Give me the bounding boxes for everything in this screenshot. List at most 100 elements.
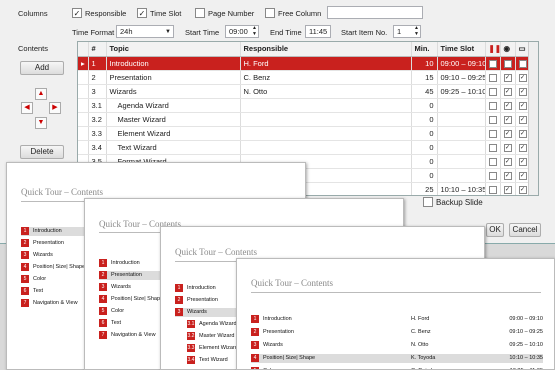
responsible-checkbox[interactable]: ✓ xyxy=(72,8,82,18)
row-topic[interactable]: Wizards xyxy=(106,84,241,99)
row-minutes[interactable]: 45 xyxy=(411,84,438,99)
row-checkbox[interactable]: ✓ xyxy=(518,185,527,194)
row-checkbox[interactable]: ✓ xyxy=(503,157,512,166)
row-topic[interactable]: Master Wizard xyxy=(106,112,241,127)
row-responsible[interactable] xyxy=(240,98,412,113)
spin-arrows-icon[interactable]: ▲ ▼ xyxy=(414,25,419,37)
backup-slide-checkbox[interactable] xyxy=(423,197,433,207)
row-checkbox[interactable]: ✓ xyxy=(518,59,527,68)
move-up-icon[interactable]: ▲ xyxy=(35,88,47,100)
start-time-input[interactable]: 09:00 ▲ ▼ xyxy=(225,25,259,38)
row-checkbox[interactable]: ✓ xyxy=(503,73,512,82)
table-row[interactable]: 3.3 Element Wizard 0 ✓ ✓ xyxy=(78,126,531,141)
row-number[interactable]: 3.2 xyxy=(88,112,107,127)
row-minutes[interactable]: 0 xyxy=(411,126,438,141)
row-checkbox[interactable] xyxy=(488,87,497,96)
row-checkbox[interactable]: ✓ xyxy=(518,101,527,110)
start-item-input[interactable]: 1 ▲ ▼ xyxy=(393,25,421,38)
row-checkbox[interactable] xyxy=(488,185,497,194)
cancel-button[interactable]: Cancel xyxy=(509,223,541,237)
row-number[interactable]: 3.1 xyxy=(88,98,107,113)
row-time-slot[interactable] xyxy=(437,98,486,113)
table-row[interactable]: ▸ 1 Introduction H. Ford 10 09:00 – 09:10 ✓ ✓ ✓ xyxy=(78,56,531,71)
page-number-checkbox[interactable] xyxy=(195,8,205,18)
move-right-icon[interactable]: ▶ xyxy=(49,102,61,114)
table-row[interactable]: 3 Wizards N. Otto 45 09:25 – 10:10 ✓ ✓ xyxy=(78,84,531,99)
row-responsible[interactable]: H. Ford xyxy=(240,56,412,71)
row-checkbox[interactable]: ✓ xyxy=(503,87,512,96)
free-column-checkbox[interactable] xyxy=(265,8,275,18)
time-format-select[interactable]: 24h ▼ xyxy=(116,25,174,38)
row-checkbox[interactable]: ✓ xyxy=(503,59,512,68)
row-responsible[interactable] xyxy=(240,112,412,127)
row-minutes[interactable]: 0 xyxy=(411,168,438,183)
time-slot-checkbox[interactable]: ✓ xyxy=(137,8,147,18)
row-checkbox[interactable]: ✓ xyxy=(503,129,512,138)
row-minutes[interactable]: 25 xyxy=(411,182,438,195)
row-checkbox[interactable] xyxy=(488,157,497,166)
table-row[interactable]: 3.4 Text Wizard 0 ✓ ✓ xyxy=(78,140,531,155)
row-checkbox[interactable] xyxy=(488,171,497,180)
row-number[interactable]: 2 xyxy=(88,70,107,85)
table-row[interactable]: 3.2 Master Wizard 0 ✓ ✓ xyxy=(78,112,531,127)
row-minutes[interactable]: 15 xyxy=(411,70,438,85)
row-checkbox[interactable] xyxy=(488,73,497,82)
row-responsible[interactable]: N. Otto xyxy=(240,84,412,99)
row-number[interactable]: 3.3 xyxy=(88,126,107,141)
row-checkbox[interactable]: ✓ xyxy=(488,59,497,68)
row-minutes[interactable]: 0 xyxy=(411,98,438,113)
row-topic[interactable]: Introduction xyxy=(106,56,241,71)
row-time-slot[interactable] xyxy=(437,112,486,127)
free-column-input[interactable] xyxy=(327,6,423,19)
row-checkbox[interactable]: ✓ xyxy=(503,185,512,194)
row-minutes[interactable]: 0 xyxy=(411,140,438,155)
row-checkbox[interactable]: ✓ xyxy=(503,115,512,124)
row-time-slot[interactable] xyxy=(437,126,486,141)
row-checkbox[interactable]: ✓ xyxy=(518,143,527,152)
row-checkbox[interactable]: ✓ xyxy=(518,171,527,180)
row-topic[interactable]: Text Wizard xyxy=(106,140,241,155)
row-time-slot[interactable]: 09:00 – 09:10 xyxy=(437,56,486,71)
ok-button[interactable]: OK xyxy=(486,223,504,237)
row-checkbox[interactable]: ✓ xyxy=(518,87,527,96)
row-responsible[interactable]: C. Benz xyxy=(240,70,412,85)
row-topic[interactable]: Element Wizard xyxy=(106,126,241,141)
row-checkbox[interactable]: ✓ xyxy=(503,143,512,152)
move-down-icon[interactable]: ▼ xyxy=(35,117,47,129)
row-number[interactable]: 3.4 xyxy=(88,140,107,155)
row-minutes[interactable]: 0 xyxy=(411,112,438,127)
row-checkbox[interactable]: ✓ xyxy=(503,101,512,110)
row-topic[interactable]: Agenda Wizard xyxy=(106,98,241,113)
item-number-badge: 3.2 xyxy=(187,332,195,340)
row-time-slot[interactable] xyxy=(437,140,486,155)
row-number[interactable]: 3 xyxy=(88,84,107,99)
row-checkbox[interactable]: ✓ xyxy=(503,171,512,180)
row-checkbox[interactable] xyxy=(488,129,497,138)
move-left-icon[interactable]: ◀ xyxy=(21,102,33,114)
row-responsible[interactable] xyxy=(240,126,412,141)
grid-scrollbar[interactable] xyxy=(528,42,538,195)
row-time-slot[interactable] xyxy=(437,154,486,169)
row-time-slot[interactable]: 09:10 – 09:25 xyxy=(437,70,486,85)
row-minutes[interactable]: 10 xyxy=(411,56,438,71)
end-time-input[interactable]: 11:45 xyxy=(305,25,331,38)
row-checkbox[interactable]: ✓ xyxy=(518,73,527,82)
row-checkbox[interactable]: ✓ xyxy=(518,129,527,138)
row-minutes[interactable]: 0 xyxy=(411,154,438,169)
row-checkbox[interactable] xyxy=(488,101,497,110)
row-checkbox[interactable] xyxy=(488,143,497,152)
row-checkbox[interactable] xyxy=(488,115,497,124)
row-time-slot[interactable]: 10:10 – 10:35 xyxy=(437,182,486,195)
spin-arrows-icon[interactable]: ▲ ▼ xyxy=(252,25,257,37)
row-time-slot[interactable]: 09:25 – 10:10 xyxy=(437,84,486,99)
row-number[interactable]: 1 xyxy=(88,56,107,71)
row-topic[interactable]: Presentation xyxy=(106,70,241,85)
table-row[interactable]: 3.1 Agenda Wizard 0 ✓ ✓ xyxy=(78,98,531,113)
row-checkbox[interactable]: ✓ xyxy=(518,115,527,124)
delete-button[interactable]: Delete xyxy=(20,145,64,159)
row-time-slot[interactable] xyxy=(437,168,486,183)
row-responsible[interactable] xyxy=(240,140,412,155)
add-button[interactable]: Add xyxy=(20,61,64,75)
table-row[interactable]: 2 Presentation C. Benz 15 09:10 – 09:25 ✓ ✓ xyxy=(78,70,531,85)
row-checkbox[interactable]: ✓ xyxy=(518,157,527,166)
